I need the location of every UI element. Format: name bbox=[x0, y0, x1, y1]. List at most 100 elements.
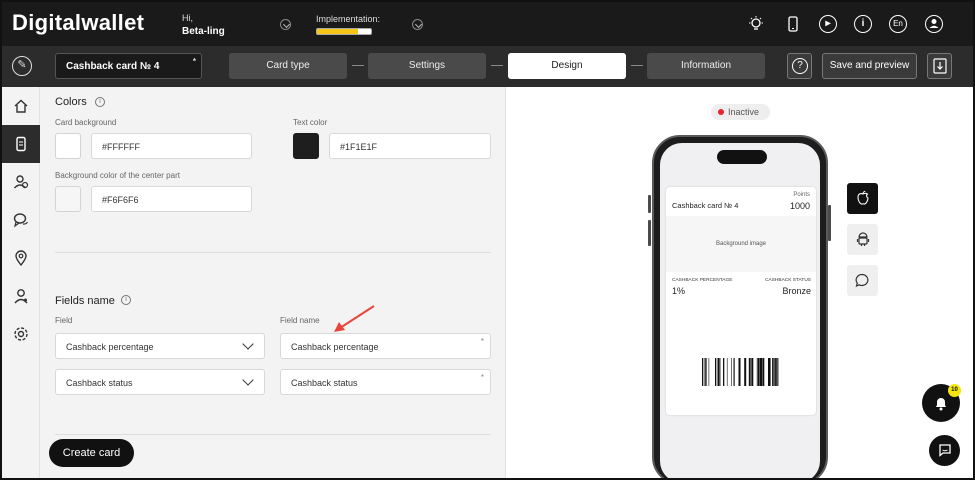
center-background-swatch[interactable] bbox=[55, 186, 81, 212]
info-icon[interactable]: i bbox=[854, 15, 872, 33]
step-card-type[interactable]: Card type bbox=[229, 53, 347, 79]
step-separator bbox=[631, 65, 643, 66]
phone-icon[interactable] bbox=[784, 15, 802, 33]
info-icon[interactable]: i bbox=[121, 295, 131, 305]
android-icon bbox=[856, 232, 869, 246]
download-button[interactable] bbox=[927, 53, 952, 79]
card-background-input[interactable]: #FFFFFF bbox=[91, 133, 252, 159]
implementation-chevron-icon[interactable] bbox=[412, 19, 423, 30]
sidebar-item-clients[interactable] bbox=[2, 163, 40, 201]
field-select-1[interactable]: Cashback percentage bbox=[55, 333, 265, 359]
users-icon bbox=[13, 175, 29, 189]
support-chat-button[interactable] bbox=[929, 435, 960, 466]
phone-side-button bbox=[648, 220, 651, 246]
center-background-label: Background color of the center part bbox=[55, 171, 180, 180]
chevron-down-icon bbox=[242, 338, 254, 350]
status-text: Inactive bbox=[728, 107, 760, 117]
barcode-bar bbox=[774, 358, 776, 386]
field-name-input-2[interactable]: Cashback status * bbox=[280, 369, 491, 395]
create-card-button[interactable]: Create card bbox=[49, 439, 134, 467]
pass-points-value: 1000 bbox=[789, 201, 810, 211]
barcode-bar bbox=[750, 358, 752, 386]
barcode-bar bbox=[723, 358, 725, 386]
chat-bubble-icon bbox=[938, 444, 951, 457]
play-icon[interactable]: ▸ bbox=[819, 15, 837, 33]
fields-name-title: Fields name bbox=[55, 295, 115, 307]
sidebar-item-locations[interactable] bbox=[2, 239, 40, 277]
card-name-value: Cashback card № 4 bbox=[66, 61, 160, 72]
pass-field2-value: Bronze bbox=[782, 286, 811, 296]
app-window: Digitalwallet Hi, Beta-ling Implementati… bbox=[0, 0, 975, 480]
step-separator bbox=[352, 65, 364, 66]
pass-points-label: Points bbox=[793, 192, 810, 198]
field-name-value: Cashback status bbox=[291, 378, 358, 388]
text-color-input[interactable]: #1F1E1F bbox=[329, 133, 491, 159]
location-icon bbox=[15, 250, 27, 267]
phone-mockup: Cashback card № 4 Points 1000 Background… bbox=[652, 135, 828, 478]
required-marker: * bbox=[480, 337, 484, 346]
edit-icon[interactable]: ✎ bbox=[12, 56, 32, 76]
sidebar-item-managers[interactable] bbox=[2, 277, 40, 315]
colors-title: Colors bbox=[55, 96, 87, 108]
help-button[interactable]: ? bbox=[787, 53, 812, 79]
barcode-bar bbox=[702, 358, 704, 386]
field-name-input-1[interactable]: Cashback percentage * bbox=[280, 333, 491, 359]
bulb-icon[interactable] bbox=[747, 15, 765, 33]
download-icon bbox=[932, 58, 947, 74]
sidebar-item-cards[interactable] bbox=[2, 125, 40, 163]
language-icon[interactable]: En bbox=[889, 15, 907, 33]
barcode-bar bbox=[708, 358, 710, 386]
barcode-bar bbox=[726, 358, 728, 386]
required-marker: * bbox=[192, 57, 196, 66]
step-design[interactable]: Design bbox=[508, 53, 626, 79]
field-select-value: Cashback status bbox=[66, 378, 133, 388]
sidebar-item-home[interactable] bbox=[2, 87, 40, 125]
step-information[interactable]: Information bbox=[647, 53, 765, 79]
message-preview-button[interactable] bbox=[847, 265, 878, 296]
text-color-swatch[interactable] bbox=[293, 133, 319, 159]
info-icon[interactable]: i bbox=[95, 97, 105, 107]
card-background-swatch[interactable] bbox=[55, 133, 81, 159]
barcode-bar bbox=[738, 358, 741, 386]
sidebar bbox=[2, 87, 40, 478]
apple-preview-button[interactable] bbox=[847, 183, 878, 214]
field-select-2[interactable]: Cashback status bbox=[55, 369, 265, 395]
barcode-bar bbox=[715, 358, 717, 386]
card-name-input[interactable]: Cashback card № 4 * bbox=[55, 53, 202, 79]
field-column-label: Field bbox=[55, 316, 73, 325]
step-separator bbox=[491, 65, 503, 66]
sidebar-item-settings[interactable] bbox=[2, 315, 40, 353]
user-name[interactable]: Beta-ling bbox=[182, 26, 225, 37]
text-color-label: Text color bbox=[293, 118, 328, 127]
implementation-label: Implementation: bbox=[316, 14, 381, 24]
barcode-bar bbox=[772, 358, 774, 386]
barcode-bar bbox=[717, 358, 720, 386]
card-icon bbox=[16, 136, 26, 152]
barcode-bar bbox=[706, 358, 707, 386]
settings-icon bbox=[14, 327, 28, 341]
barcode-bar bbox=[773, 358, 775, 386]
center-background-input[interactable]: #F6F6F6 bbox=[91, 186, 252, 212]
section-divider bbox=[55, 434, 491, 435]
android-preview-button[interactable] bbox=[847, 224, 878, 255]
implementation-progress-fill bbox=[317, 29, 358, 34]
phone-side-button bbox=[648, 195, 651, 213]
profile-icon[interactable] bbox=[925, 15, 943, 33]
barcode-bar bbox=[744, 358, 747, 386]
barcode bbox=[702, 358, 779, 386]
pass-card-name: Cashback card № 4 bbox=[672, 201, 739, 210]
barcode-bar bbox=[756, 358, 758, 386]
sidebar-item-messages[interactable] bbox=[2, 201, 40, 239]
account-chevron-icon[interactable] bbox=[280, 19, 291, 30]
chevron-down-icon bbox=[242, 374, 254, 386]
field-name-value: Cashback percentage bbox=[291, 342, 379, 352]
phone-screen: Cashback card № 4 Points 1000 Background… bbox=[660, 143, 820, 478]
barcode-bar bbox=[776, 358, 778, 386]
manager-icon bbox=[14, 289, 28, 304]
pass-field2-label: CASHBACK STATUS bbox=[765, 278, 811, 283]
save-and-preview-button[interactable]: Save and preview bbox=[822, 53, 917, 79]
top-bar: Digitalwallet Hi, Beta-ling Implementati… bbox=[2, 2, 973, 46]
step-settings[interactable]: Settings bbox=[368, 53, 486, 79]
help-icon: ? bbox=[792, 58, 808, 74]
wizard-bar: ✎ Cashback card № 4 * Card type Settings… bbox=[2, 46, 973, 87]
